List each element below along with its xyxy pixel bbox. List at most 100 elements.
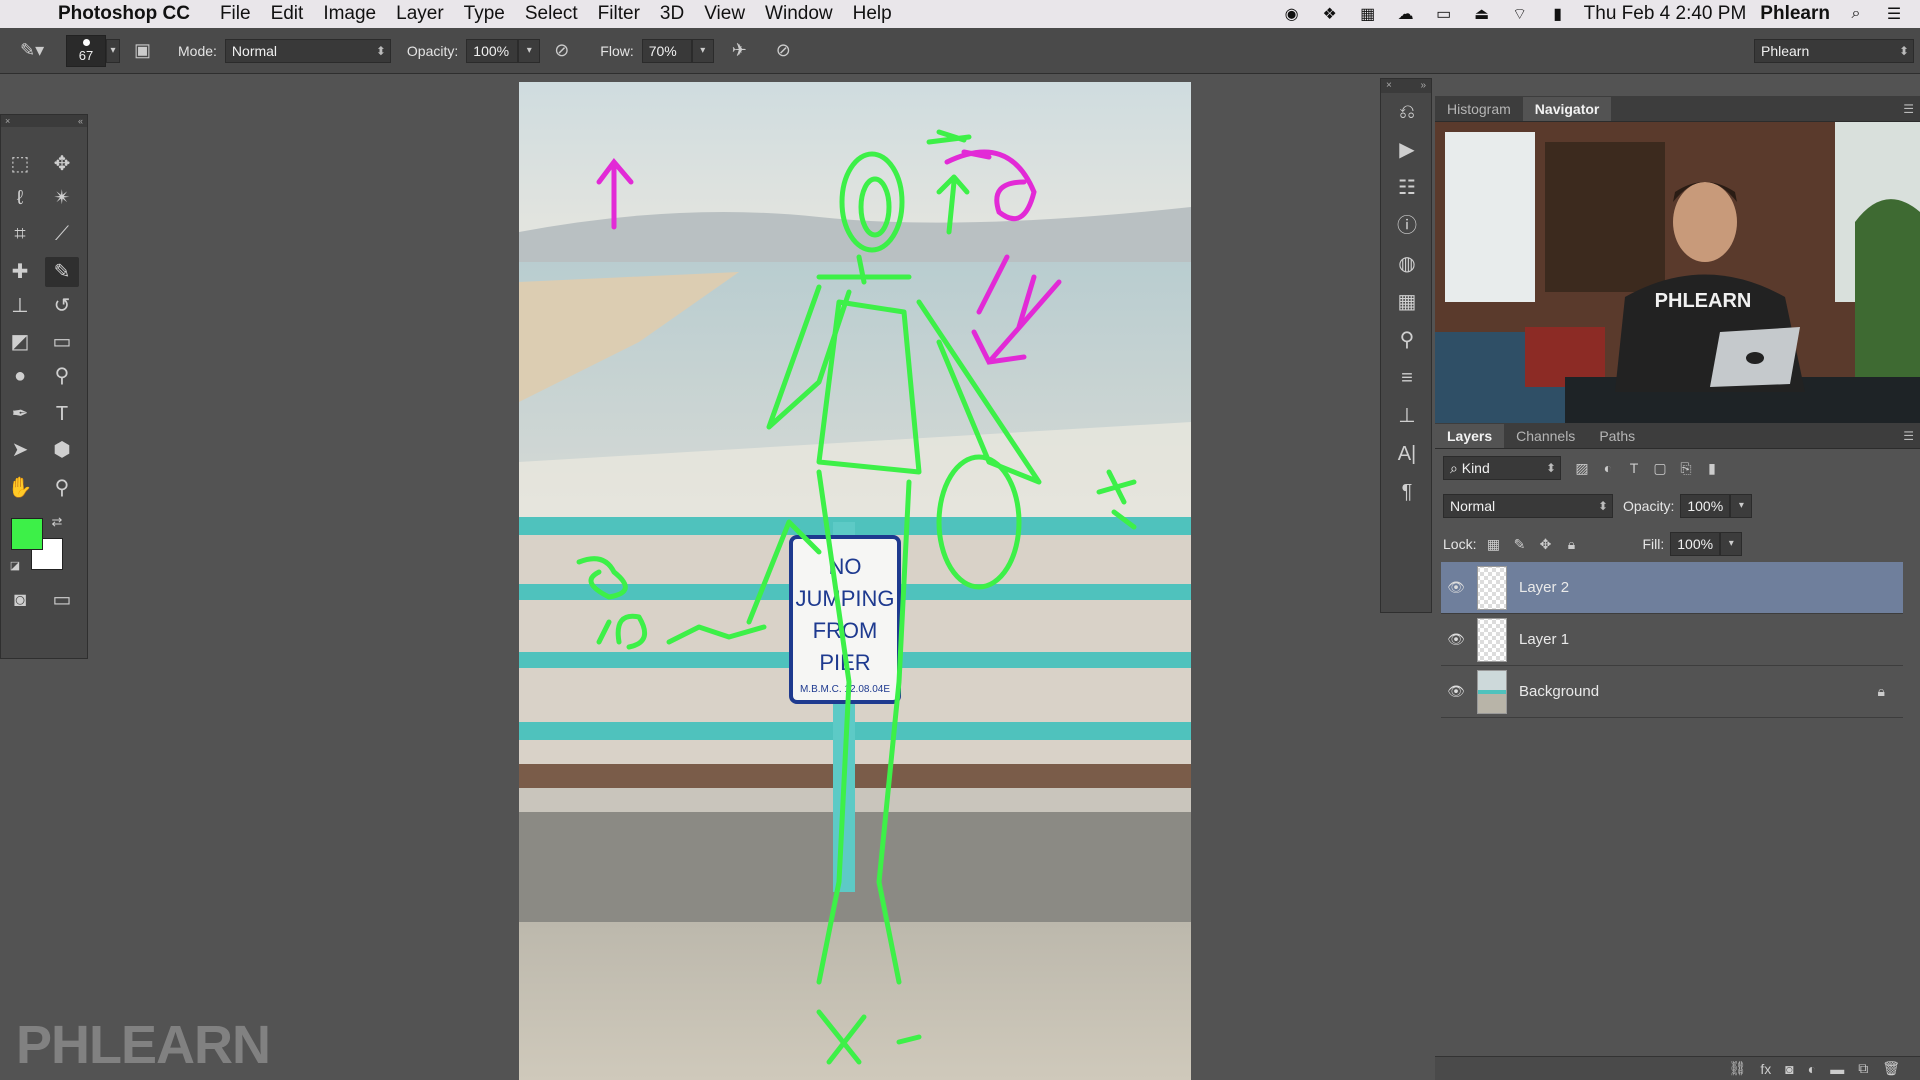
menu-image[interactable]: Image xyxy=(323,3,376,25)
layer-style-icon[interactable]: fx xyxy=(1760,1061,1771,1077)
history-panel-icon[interactable]: ⎌ xyxy=(1381,93,1433,131)
user-menu[interactable]: Phlearn xyxy=(1760,3,1830,25)
app-name-menu[interactable]: Photoshop CC xyxy=(58,3,190,25)
filter-smart-object-icon[interactable]: ⎘ xyxy=(1673,460,1699,477)
lasso-tool-icon[interactable]: ℓ xyxy=(3,183,37,213)
tab-channels[interactable]: Channels xyxy=(1504,424,1587,448)
adjustments-panel-icon[interactable]: ≡ xyxy=(1381,359,1433,397)
visibility-eye-icon[interactable]: 👁︎ xyxy=(1441,683,1471,700)
zoom-tool-icon[interactable]: ⚲ xyxy=(45,473,79,503)
dropbox-icon[interactable]: ❖ xyxy=(1318,4,1342,24)
flow-slider-arrow[interactable]: ▾ xyxy=(691,38,714,63)
visibility-eye-icon[interactable]: 👁︎ xyxy=(1441,631,1471,648)
layer-name[interactable]: Background xyxy=(1519,683,1599,700)
layer-row-layer-1[interactable]: 👁︎ Layer 1 xyxy=(1441,614,1903,666)
opacity-field[interactable]: 100% xyxy=(466,38,519,63)
wifi-icon[interactable]: ⌔ xyxy=(1508,4,1532,24)
character-panel-icon[interactable]: A| xyxy=(1381,435,1433,473)
dock-header[interactable]: × » xyxy=(1381,79,1431,93)
swatches-panel-icon[interactable]: ▦ xyxy=(1381,283,1433,321)
menu-filter[interactable]: Filter xyxy=(598,3,640,25)
brush-picker-arrow[interactable]: ▾ xyxy=(106,38,120,63)
tab-paths[interactable]: Paths xyxy=(1587,424,1647,448)
notification-center-icon[interactable]: ☰ xyxy=(1882,4,1906,24)
new-layer-icon[interactable]: ⧉ xyxy=(1858,1060,1868,1077)
foreground-color-swatch[interactable] xyxy=(11,518,43,550)
collapse-icon[interactable]: « xyxy=(78,115,83,127)
filter-pixel-icon[interactable]: ▨ xyxy=(1569,460,1595,477)
shape-tool-icon[interactable]: ⬢ xyxy=(45,435,79,465)
quick-mask-icon[interactable]: ◙ xyxy=(3,585,37,615)
healing-brush-tool-icon[interactable]: ✚ xyxy=(3,257,37,287)
clock[interactable]: Thu Feb 4 2:40 PM xyxy=(1584,3,1747,25)
link-layers-icon[interactable]: ⛓ xyxy=(1729,1060,1747,1077)
filter-toggle-icon[interactable]: ▮ xyxy=(1699,460,1725,477)
layer-opacity-field[interactable]: 100% xyxy=(1680,494,1731,518)
layer-row-background[interactable]: 👁︎ Background 🔒︎ xyxy=(1441,666,1903,718)
layer-name[interactable]: Layer 2 xyxy=(1519,579,1569,596)
layer-comps-panel-icon[interactable]: ⊥ xyxy=(1381,397,1433,435)
document-canvas[interactable]: NO JUMPING FROM PIER M.B.M.C. 12.08.04E xyxy=(519,82,1191,1080)
pen-tool-icon[interactable]: ✒ xyxy=(3,399,37,429)
hand-tool-icon[interactable]: ✋ xyxy=(3,473,37,503)
brush-panel-toggle-icon[interactable]: ▣ xyxy=(134,40,160,61)
layer-name[interactable]: Layer 1 xyxy=(1519,631,1569,648)
menu-window[interactable]: Window xyxy=(765,3,833,25)
stamp-tool-icon[interactable]: ⊥ xyxy=(3,291,37,321)
lock-position-icon[interactable]: ✥ xyxy=(1532,536,1558,553)
menu-edit[interactable]: Edit xyxy=(271,3,304,25)
eyedropper-tool-icon[interactable]: ⟋ xyxy=(45,219,79,249)
menu-select[interactable]: Select xyxy=(525,3,578,25)
visibility-eye-icon[interactable]: 👁︎ xyxy=(1441,579,1471,596)
tab-navigator[interactable]: Navigator xyxy=(1522,97,1612,121)
eraser-tool-icon[interactable]: ◩ xyxy=(3,327,37,357)
menu-view[interactable]: View xyxy=(704,3,745,25)
close-icon[interactable]: × xyxy=(1386,79,1392,93)
history-brush-tool-icon[interactable]: ↺ xyxy=(45,291,79,321)
brush-presets-panel-icon[interactable]: ⚲ xyxy=(1381,321,1433,359)
layer-row-layer-2[interactable]: 👁︎ Layer 2 xyxy=(1441,562,1903,614)
blur-tool-icon[interactable]: ● xyxy=(3,361,37,391)
info-panel-icon[interactable]: ⓘ xyxy=(1381,207,1433,245)
fill-field[interactable]: 100% xyxy=(1670,532,1721,556)
panel-menu-icon[interactable]: ☰ xyxy=(1903,97,1914,121)
expand-icon[interactable]: » xyxy=(1420,79,1426,93)
brush-tool-preset-icon[interactable]: ✎▾ xyxy=(20,40,46,61)
creative-cloud-icon[interactable]: ☁ xyxy=(1394,4,1418,24)
opacity-slider-arrow[interactable]: ▾ xyxy=(518,38,541,63)
actions-panel-icon[interactable]: ▶ xyxy=(1381,131,1433,169)
move-tool-icon[interactable]: ✥ xyxy=(45,149,79,179)
new-group-icon[interactable]: ▬ xyxy=(1830,1061,1844,1077)
flow-field[interactable]: 70% xyxy=(641,38,692,63)
marquee-tool-icon[interactable]: ⬚ xyxy=(3,149,37,179)
delete-layer-icon[interactable]: 🗑︎ xyxy=(1882,1060,1900,1077)
airplay-icon[interactable]: ⏏ xyxy=(1470,4,1494,24)
airbrush-icon[interactable]: ✈ xyxy=(732,40,758,61)
swap-colors-icon[interactable]: ⇄ xyxy=(45,511,69,533)
add-mask-icon[interactable]: ◙ xyxy=(1785,1061,1793,1077)
menu-file[interactable]: File xyxy=(220,3,251,25)
mode-select[interactable]: Normal xyxy=(224,38,391,63)
tab-layers[interactable]: Layers xyxy=(1435,424,1505,448)
adjustment-layer-icon[interactable]: ◐ xyxy=(1808,1061,1816,1077)
brush-size-picker[interactable]: 67 xyxy=(66,34,106,67)
paragraph-panel-icon[interactable]: ¶ xyxy=(1381,473,1433,511)
lock-image-icon[interactable]: ✎ xyxy=(1506,536,1532,553)
menu-layer[interactable]: Layer xyxy=(396,3,444,25)
color-panel-icon[interactable]: ◍ xyxy=(1381,245,1433,283)
default-colors-icon[interactable]: ◪ xyxy=(3,555,27,577)
workspace-select[interactable]: Phlearn xyxy=(1754,38,1914,63)
filter-adjustment-icon[interactable]: ◐ xyxy=(1595,460,1621,476)
type-tool-icon[interactable]: T xyxy=(45,399,79,429)
record-icon[interactable]: ◉ xyxy=(1280,4,1304,24)
pressure-opacity-icon[interactable]: ⊘ xyxy=(554,40,580,61)
tools-panel-header[interactable]: × « xyxy=(1,115,87,127)
battery-icon[interactable]: ▮ xyxy=(1546,4,1570,24)
window-grid-icon[interactable]: ▦ xyxy=(1356,4,1380,24)
pressure-size-icon[interactable]: ⊘ xyxy=(776,40,802,61)
filter-kind-select[interactable]: ⌕ Kind xyxy=(1443,456,1561,480)
menu-help[interactable]: Help xyxy=(853,3,892,25)
brush-tool-icon[interactable]: ✎ xyxy=(45,257,79,287)
properties-panel-icon[interactable]: ☷ xyxy=(1381,169,1433,207)
lock-all-icon[interactable]: 🔒︎ xyxy=(1558,536,1584,553)
